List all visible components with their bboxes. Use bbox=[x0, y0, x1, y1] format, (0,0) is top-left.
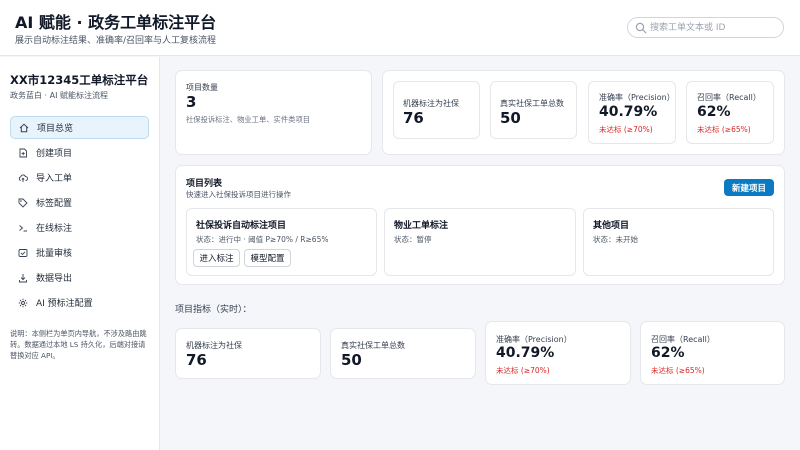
metric-warning: 未达标 (≥65%) bbox=[651, 366, 705, 375]
sidebar-item-overview[interactable]: 项目总览 bbox=[10, 116, 149, 139]
enter-annotation-button[interactable]: 进入标注 bbox=[193, 249, 240, 267]
sidebar-item-batch-review[interactable]: 批量审核 bbox=[10, 241, 149, 264]
project-metrics-label: 项目指标（实时）： bbox=[175, 305, 252, 315]
app-title: AI 赋能 · 政务工单标注平台 bbox=[15, 13, 217, 32]
sidebar-item-label: 标签配置 bbox=[36, 199, 73, 209]
search-input[interactable] bbox=[650, 19, 780, 36]
metric-label: 真实社保工单总数 bbox=[500, 99, 564, 108]
metric-warning: 未达标 (≥65%) bbox=[697, 125, 751, 134]
project-metric-true-total: 真实社保工单总数 50 bbox=[330, 328, 476, 379]
project-card-other[interactable]: 其他项目 状态：未开始 bbox=[583, 208, 774, 276]
top-header: AI 赋能 · 政务工单标注平台 展示自动标注结果、准确率/召回率与人工复核流程 bbox=[0, 0, 800, 56]
sidebar-item-ai-config[interactable]: AI 预标注配置 bbox=[10, 291, 149, 314]
cloud-upload-icon bbox=[18, 174, 28, 182]
metric-label: 机器标注为社保 bbox=[403, 99, 459, 108]
metric-value: 40.79% bbox=[496, 345, 555, 361]
sidebar-item-label: 在线标注 bbox=[36, 224, 73, 234]
sidebar-item-label: 创建项目 bbox=[36, 149, 73, 159]
project-name: 物业工单标注 bbox=[394, 221, 449, 231]
gear-icon bbox=[18, 298, 28, 307]
project-metric-machine-labeled: 机器标注为社保 76 bbox=[175, 328, 321, 379]
project-count-card: 项目数量 3 社保投诉标注、物业工单、实件类项目 bbox=[175, 70, 372, 155]
sidebar-item-label: 数据导出 bbox=[36, 274, 73, 284]
sidebar-item-label: 项目总览 bbox=[37, 124, 74, 134]
metric-value: 76 bbox=[186, 351, 207, 369]
app-subtitle: 展示自动标注结果、准确率/召回率与人工复核流程 bbox=[15, 36, 217, 46]
metric-warning: 未达标 (≥70%) bbox=[496, 366, 550, 375]
sidebar-item-labels[interactable]: 标签配置 bbox=[10, 191, 149, 214]
project-metric-recall: 召回率（Recall） 62% 未达标 (≥65%) bbox=[640, 321, 785, 385]
project-name: 其他项目 bbox=[593, 221, 630, 231]
download-icon bbox=[19, 273, 27, 282]
sidebar-item-online-annotation[interactable]: 在线标注 bbox=[10, 216, 149, 239]
file-plus-icon bbox=[19, 148, 27, 157]
metric-label: 召回率（Recall） bbox=[651, 335, 715, 344]
sidebar-item-create-project[interactable]: 创建项目 bbox=[10, 141, 149, 164]
project-metric-precision: 准确率（Precision） 40.79% 未达标 (≥70%) bbox=[485, 321, 631, 385]
metric-value: 50 bbox=[500, 109, 521, 127]
sidebar-item-import[interactable]: 导入工单 bbox=[10, 166, 149, 189]
sidebar: XX市12345工单标注平台 政务蓝白 · AI 赋能标注流程 项目总览 创建项… bbox=[0, 57, 160, 450]
metric-label: 机器标注为社保 bbox=[186, 341, 242, 350]
project-name: 社保投诉自动标注项目 bbox=[196, 221, 287, 231]
metric-value: 76 bbox=[403, 109, 424, 127]
project-card-property[interactable]: 物业工单标注 状态：暂停 bbox=[384, 208, 576, 276]
metric-card-recall: 召回率（Recall） 62% 未达标 (≥65%) bbox=[686, 81, 774, 144]
project-status: 状态：暂停 bbox=[394, 235, 432, 244]
new-project-button[interactable]: 新建项目 bbox=[724, 179, 774, 196]
sidebar-note: 说明：本侧栏为单页内导航，不涉及路由跳转。数据通过本地 LS 持久化，后端对接请… bbox=[10, 329, 147, 360]
metric-value: 62% bbox=[697, 104, 731, 120]
sidebar-title: XX市12345工单标注平台 bbox=[10, 73, 149, 87]
sidebar-item-label: AI 预标注配置 bbox=[36, 299, 93, 309]
metric-label: 准确率（Precision） bbox=[496, 335, 572, 344]
project-status: 状态：未开始 bbox=[593, 235, 638, 244]
project-list-title: 项目列表 bbox=[186, 179, 223, 189]
project-status: 状态：进行中 · 阈值 P≥70% / R≥65% bbox=[196, 235, 329, 244]
search-box[interactable] bbox=[627, 17, 784, 38]
metric-label: 真实社保工单总数 bbox=[341, 341, 405, 350]
sidebar-item-export[interactable]: 数据导出 bbox=[10, 266, 149, 289]
home-icon bbox=[19, 123, 29, 132]
model-config-button[interactable]: 模型配置 bbox=[244, 249, 291, 267]
search-icon bbox=[635, 22, 647, 34]
sidebar-item-label: 导入工单 bbox=[36, 174, 73, 184]
tag-icon bbox=[18, 198, 28, 208]
metric-value: 50 bbox=[341, 351, 362, 369]
project-count-value: 3 bbox=[186, 93, 197, 111]
project-count-label: 项目数量 bbox=[186, 83, 218, 92]
sidebar-subtitle: 政务蓝白 · AI 赋能标注流程 bbox=[10, 91, 109, 100]
terminal-icon bbox=[19, 224, 27, 231]
metric-card-precision: 准确率（Precision） 40.79% 未达标 (≥70%) bbox=[588, 81, 676, 144]
metric-card-machine-labeled: 机器标注为社保 76 bbox=[393, 81, 480, 139]
metric-value: 62% bbox=[651, 345, 685, 361]
inbox-check-icon bbox=[18, 248, 28, 257]
metric-card-true-total: 真实社保工单总数 50 bbox=[490, 81, 577, 139]
project-list-subtitle: 快速进入社保投诉项目进行操作 bbox=[186, 190, 291, 199]
metric-label: 准确率（Precision） bbox=[599, 93, 675, 102]
metric-warning: 未达标 (≥70%) bbox=[599, 125, 653, 134]
metric-value: 40.79% bbox=[599, 104, 658, 120]
metric-label: 召回率（Recall） bbox=[697, 93, 761, 102]
project-count-desc: 社保投诉标注、物业工单、实件类项目 bbox=[186, 115, 311, 124]
sidebar-item-label: 批量审核 bbox=[36, 249, 73, 259]
